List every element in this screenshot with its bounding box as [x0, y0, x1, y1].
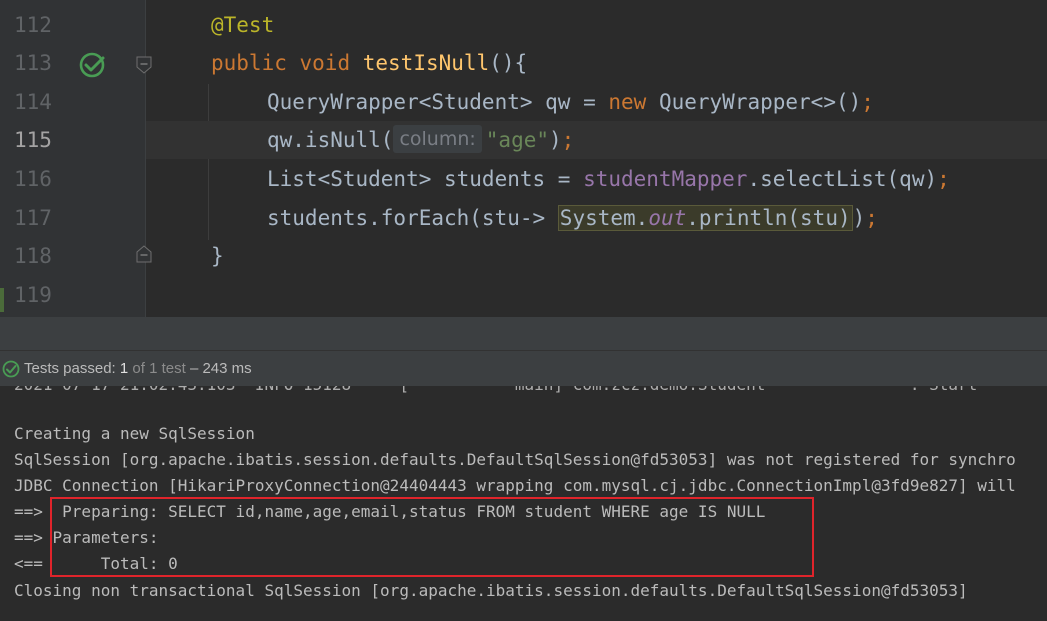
- code-text: QueryWrapper<Student> qw =: [267, 90, 609, 114]
- string-literal: "age": [485, 128, 549, 152]
- keyword: public: [211, 51, 287, 75]
- line-number: 114: [14, 90, 52, 114]
- method-name: testIsNull: [362, 51, 490, 75]
- code-editor[interactable]: 112 113 114 115 116 117 118 119 @Test pu…: [0, 0, 1047, 317]
- code-text: QueryWrapper<>(): [646, 90, 862, 114]
- code-line-117: students.forEach(stu-> System.out.printl…: [267, 199, 1047, 237]
- code-line-115-current: qw.isNull(column: "age");: [146, 121, 1047, 159]
- run-test-passed-icon[interactable]: [78, 50, 108, 80]
- line-number-current: 115: [14, 128, 52, 152]
- code-line-113: public void testIsNull(){: [211, 44, 1047, 82]
- semicolon: ;: [561, 128, 575, 152]
- indent-guide: [208, 84, 209, 240]
- code-text: ): [549, 128, 562, 152]
- keyword: void: [299, 51, 351, 75]
- code-text: }: [211, 244, 224, 268]
- code-line-114: QueryWrapper<Student> qw = new QueryWrap…: [267, 83, 1047, 121]
- line-number: 112: [14, 13, 52, 37]
- annotation: @Test: [211, 13, 275, 37]
- semicolon: ;: [861, 90, 874, 114]
- code-text: students.forEach(stu->: [267, 206, 558, 230]
- semicolon: ;: [865, 206, 878, 230]
- line-number: 118: [14, 244, 52, 268]
- line-number: 113: [14, 51, 52, 75]
- console-line: SqlSession [org.apache.ibatis.session.de…: [14, 450, 1016, 469]
- line-number: 116: [14, 167, 52, 191]
- console-line: Creating a new SqlSession: [14, 424, 255, 443]
- code-text: ): [852, 206, 866, 230]
- line-number: 119: [14, 283, 52, 307]
- console-line: JDBC Connection [HikariProxyConnection@2…: [14, 476, 1016, 495]
- code-text: System.: [559, 206, 649, 230]
- change-marker: [0, 288, 4, 312]
- panel-separator: [0, 317, 1047, 350]
- code-text: (){: [489, 51, 528, 75]
- tests-total: of 1 test: [132, 360, 186, 377]
- static-field: out: [648, 206, 687, 230]
- code-line-112: @Test: [211, 6, 1047, 44]
- tests-passed-count: 1: [119, 360, 129, 377]
- editor-gutter[interactable]: 112 113 114 115 116 117 118 119: [0, 0, 152, 317]
- code-text: qw.isNull(: [267, 128, 394, 152]
- line-number: 117: [14, 206, 52, 230]
- code-text: .println(stu): [686, 206, 851, 230]
- tests-duration: – 243 ms: [189, 360, 252, 377]
- highlight-box: [50, 497, 814, 577]
- console-line-partial: 2021-07-17 21:02:43.103 INFO 15128 --- […: [14, 386, 977, 398]
- test-passed-check-icon: [2, 360, 20, 378]
- parameter-hint: column:: [393, 125, 482, 153]
- semicolon: ;: [937, 167, 950, 191]
- fold-icon[interactable]: [136, 245, 152, 263]
- code-line-116: List<Student> students = studentMapper.s…: [267, 160, 1047, 198]
- field-reference: studentMapper: [583, 167, 748, 191]
- fold-icon[interactable]: [136, 56, 152, 74]
- test-status-bar: Tests passed: 1 of 1 test – 243 ms: [0, 350, 1047, 387]
- code-text: .selectList(qw): [747, 167, 938, 191]
- code-line-118: }: [211, 237, 1047, 275]
- highlighted-expression: System.out.println(stu): [557, 205, 853, 231]
- tests-passed-label: Tests passed:: [24, 360, 116, 377]
- keyword: new: [608, 90, 647, 114]
- console-line: Closing non transactional SqlSession [or…: [14, 581, 968, 600]
- code-text: List<Student> students =: [267, 167, 584, 191]
